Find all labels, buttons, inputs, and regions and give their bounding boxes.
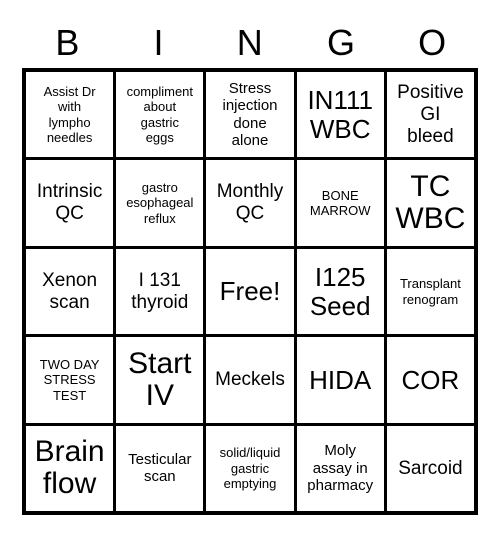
bingo-cell-label: Xenon scan xyxy=(42,269,98,313)
bingo-cell-g1[interactable]: IN111 WBC xyxy=(296,72,387,158)
bingo-cell-b1[interactable]: Assist Dr with lympho needles xyxy=(26,72,117,158)
bingo-cell-o2[interactable]: TC WBC xyxy=(386,160,475,246)
bingo-header-letter-n: N xyxy=(236,22,264,63)
bingo-cell-label: BONE MARROW xyxy=(309,187,371,219)
bingo-row: Assist Dr with lympho needles compliment… xyxy=(26,72,475,161)
bingo-card: B I N G O Assist Dr with lympho needles … xyxy=(0,0,501,544)
bingo-cell-n2[interactable]: Monthly QC xyxy=(206,160,297,246)
bingo-row: TWO DAY STRESS TEST Start IV Meckels HID… xyxy=(26,337,475,426)
bingo-cell-b4[interactable]: TWO DAY STRESS TEST xyxy=(26,337,117,423)
bingo-header-letter-b: B xyxy=(55,22,80,63)
bingo-cell-g2[interactable]: BONE MARROW xyxy=(296,160,387,246)
bingo-cell-label: gastro esophageal reflux xyxy=(126,180,194,226)
bingo-cell-label: I 131 thyroid xyxy=(131,269,189,313)
bingo-row: Xenon scan I 131 thyroid Free! I125 Seed… xyxy=(26,248,475,338)
bingo-cell-label: COR xyxy=(401,364,460,395)
bingo-cell-n5[interactable]: solid/liquid gastric emptying xyxy=(206,425,297,512)
bingo-header-row: B I N G O xyxy=(22,18,478,68)
bingo-cell-label: TWO DAY STRESS TEST xyxy=(39,356,100,403)
bingo-cell-n4[interactable]: Meckels xyxy=(206,337,297,423)
bingo-cell-o3[interactable]: Transplant renogram xyxy=(386,248,475,335)
bingo-cell-label: compliment about gastric eggs xyxy=(126,84,194,146)
bingo-cell-i5[interactable]: Testicular scan xyxy=(116,425,207,512)
bingo-cell-i1[interactable]: compliment about gastric eggs xyxy=(116,72,207,158)
bingo-cell-b5[interactable]: Brain flow xyxy=(26,425,117,512)
bingo-cell-label: TC WBC xyxy=(395,169,466,236)
bingo-cell-label: Sarcoid xyxy=(398,457,463,479)
bingo-cell-o1[interactable]: Positive GI bleed xyxy=(386,72,475,158)
bingo-free-space-label: Free! xyxy=(219,276,281,307)
bingo-cell-label: Monthly QC xyxy=(216,181,284,225)
bingo-cell-label: Brain flow xyxy=(34,434,105,501)
bingo-cell-i3[interactable]: I 131 thyroid xyxy=(116,248,207,335)
bingo-grid: Assist Dr with lympho needles compliment… xyxy=(22,68,478,515)
bingo-cell-i2[interactable]: gastro esophageal reflux xyxy=(116,160,207,246)
bingo-cell-n1[interactable]: Stress injection done alone xyxy=(206,72,297,158)
bingo-row: Intrinsic QC gastro esophageal reflux Mo… xyxy=(26,160,475,249)
bingo-cell-i4[interactable]: Start IV xyxy=(116,337,207,423)
bingo-cell-label: Transplant renogram xyxy=(399,276,461,307)
bingo-cell-label: Stress injection done alone xyxy=(222,79,278,150)
bingo-cell-b3[interactable]: Xenon scan xyxy=(26,248,117,335)
bingo-cell-label: I125 Seed xyxy=(309,261,371,321)
bingo-row: Brain flow Testicular scan solid/liquid … xyxy=(26,425,475,512)
bingo-cell-o5[interactable]: Sarcoid xyxy=(386,425,475,512)
bingo-header-letter-g: G xyxy=(326,22,356,63)
bingo-cell-label: Moly assay in pharmacy xyxy=(307,442,374,495)
bingo-cell-g5[interactable]: Moly assay in pharmacy xyxy=(296,425,387,512)
bingo-cell-g4[interactable]: HIDA xyxy=(296,337,387,423)
bingo-cell-b2[interactable]: Intrinsic QC xyxy=(26,160,117,246)
bingo-cell-label: Intrinsic QC xyxy=(36,181,103,225)
bingo-cell-label: Meckels xyxy=(215,369,285,391)
bingo-cell-label: IN111 WBC xyxy=(307,85,373,144)
bingo-header-letter-i: I xyxy=(153,22,165,63)
bingo-cell-label: solid/liquid gastric emptying xyxy=(219,445,281,491)
bingo-cell-o4[interactable]: COR xyxy=(386,337,475,423)
bingo-cell-label: Positive GI bleed xyxy=(397,82,464,147)
bingo-header-letter-o: O xyxy=(418,22,447,63)
bingo-cell-g3[interactable]: I125 Seed xyxy=(296,248,387,335)
bingo-cell-label: Testicular scan xyxy=(128,450,192,486)
bingo-cell-free-space[interactable]: Free! xyxy=(206,248,297,335)
bingo-cell-label: HIDA xyxy=(309,364,372,395)
bingo-cell-label: Start IV xyxy=(128,346,192,412)
bingo-cell-label: Assist Dr with lympho needles xyxy=(43,84,96,146)
